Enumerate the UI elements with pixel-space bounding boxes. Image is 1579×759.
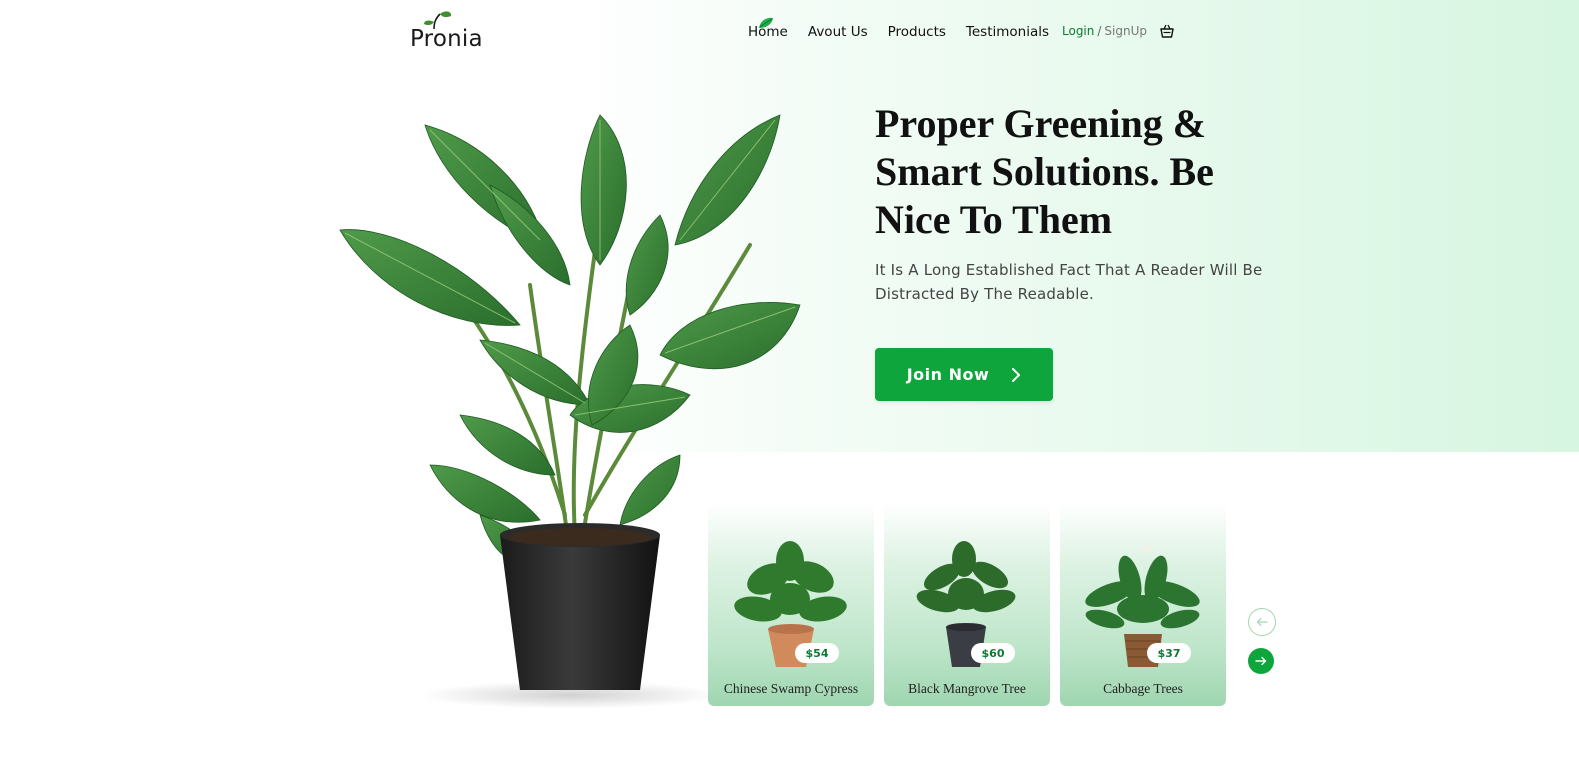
product-name: Cabbage Trees xyxy=(1103,681,1183,696)
product-card-2[interactable]: $60 Black Mangrove Tree xyxy=(884,503,1050,706)
nav-testimonials-label: Testimonials xyxy=(965,24,1050,40)
login-link[interactable]: Login xyxy=(1062,24,1094,38)
nav-about[interactable]: Avout Us xyxy=(808,24,868,40)
chevron-right-icon xyxy=(1012,367,1021,382)
cart-button[interactable] xyxy=(1159,23,1175,39)
brand-logo[interactable]: Pronia xyxy=(410,11,490,56)
hero-subtitle: It Is A Long Established Fact That A Rea… xyxy=(875,261,1263,303)
main-nav: Home Avout Us Products Testimonials xyxy=(748,17,1069,42)
hero-title: Proper Greening & Smart Solutions. Be Ni… xyxy=(875,101,1214,242)
leaf-icon xyxy=(759,17,773,28)
prev-slide-button[interactable] xyxy=(1248,608,1276,636)
nav-testimonials[interactable]: Testimonials xyxy=(966,24,1049,40)
product-card-1[interactable]: $54 Chinese Swamp Cypress xyxy=(708,503,874,706)
logo-text: Pronia xyxy=(410,26,483,52)
product-price: $60 xyxy=(971,643,1015,663)
nav-about-label: Avout Us xyxy=(807,24,868,40)
product-name: Chinese Swamp Cypress xyxy=(723,681,859,696)
nav-products-label: Products xyxy=(887,24,946,40)
product-card-3[interactable]: $37 Cabbage Trees xyxy=(1060,503,1226,706)
nav-products[interactable]: Products xyxy=(888,24,946,40)
auth-links: Login / SignUp xyxy=(1062,24,1147,38)
signup-link[interactable]: SignUp xyxy=(1104,24,1147,38)
arrow-right-icon xyxy=(1255,656,1267,666)
arrow-left-icon xyxy=(1256,617,1268,627)
next-slide-button[interactable] xyxy=(1248,648,1274,674)
product-price: $54 xyxy=(795,643,839,663)
product-price: $37 xyxy=(1147,643,1191,663)
join-now-button[interactable]: Join Now xyxy=(875,348,1053,401)
basket-icon xyxy=(1160,24,1174,38)
auth-separator: / xyxy=(1097,24,1102,38)
product-name: Black Mangrove Tree xyxy=(908,681,1026,696)
join-now-label: Join Now xyxy=(906,365,990,384)
nav-home[interactable]: Home xyxy=(748,17,788,40)
